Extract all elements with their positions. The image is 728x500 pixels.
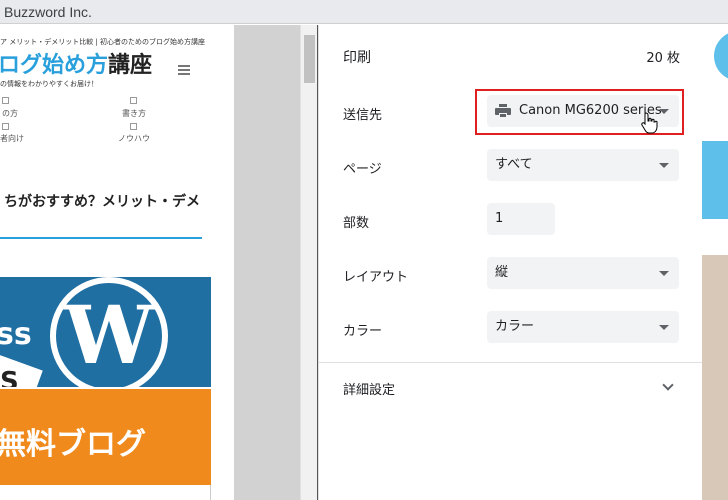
sheet-count: 20 枚 (646, 51, 680, 66)
preview-title-underline (0, 237, 202, 239)
preview-logo-blue: ログ始め方 (0, 53, 109, 78)
preview-hero-image-bottom: 無料ブログ (0, 389, 211, 485)
background-page-strip (702, 25, 728, 500)
preview-image-text-s: S (0, 367, 19, 387)
background-photo (702, 255, 728, 500)
preview-image-text-ss: ss (0, 317, 32, 352)
section-divider (319, 362, 703, 363)
preview-image-text-free: 無料ブログ (0, 427, 146, 462)
preview-gutter (234, 25, 300, 500)
star-icon (2, 123, 9, 130)
destination-label: 送信先 (343, 108, 383, 123)
panel-title: 印刷 (343, 50, 371, 66)
preview-logo-dark: 講座 (108, 53, 153, 78)
chevron-down-icon[interactable] (662, 379, 674, 391)
pages-value: すべて (495, 157, 533, 172)
hamburger-menu-icon (178, 65, 190, 75)
color-label: カラー (343, 324, 383, 339)
more-settings-toggle[interactable]: 詳細設定 (343, 379, 395, 398)
dropdown-caret-icon (659, 163, 669, 168)
layout-label: レイアウト (343, 270, 409, 285)
background-circle (714, 31, 728, 81)
preview-nav-item-2: 書き方 (122, 109, 146, 118)
window-title: Buzzword Inc. (0, 0, 728, 24)
scrollbar-thumb[interactable] (304, 35, 315, 83)
preview-nav-item-4: ノウハウ (118, 134, 150, 143)
preview-tagline: の情報をわかりやすくお届け！ (0, 80, 98, 88)
layout-value: 縦 (495, 265, 509, 280)
pages-select[interactable]: すべて (487, 149, 679, 181)
book-icon (130, 123, 137, 130)
layout-select[interactable]: 縦 (487, 257, 679, 289)
copies-label: 部数 (343, 216, 370, 231)
preview-header-text: ア メリット・デメリット比較 | 初心者のためのブログ始め方講座 (0, 38, 206, 46)
dropdown-caret-icon (659, 325, 669, 330)
preview-site-logo: ログ始め方講座 (0, 47, 152, 79)
color-value: カラー (495, 319, 535, 334)
color-select[interactable]: カラー (487, 311, 679, 343)
preview-scrollbar[interactable] (300, 25, 317, 500)
print-settings-panel: 印刷 20 枚 送信先 Canon MG6200 series ページ すべて … (318, 25, 703, 500)
background-band (702, 141, 728, 219)
preview-article-title: ちがおすすめ？メリット・デメ (4, 194, 200, 210)
hand-cursor-icon (641, 112, 658, 134)
dropdown-caret-icon (659, 271, 669, 276)
preview-hero-image-top: W ss S (0, 277, 211, 387)
wordpress-logo-icon: W (50, 277, 168, 387)
preview-nav-item-3: 者向け (0, 134, 24, 143)
copies-input[interactable]: 1 (487, 203, 555, 235)
preview-nav-item-1: の方 (2, 109, 18, 118)
edit-icon (130, 97, 137, 104)
pages-label: ページ (343, 162, 382, 177)
preview-page-bottom (0, 485, 211, 500)
preview-page: ア メリット・デメリット比較 | 初心者のためのブログ始め方講座 ログ始め方講座… (0, 25, 234, 500)
nav-icon (2, 97, 9, 104)
